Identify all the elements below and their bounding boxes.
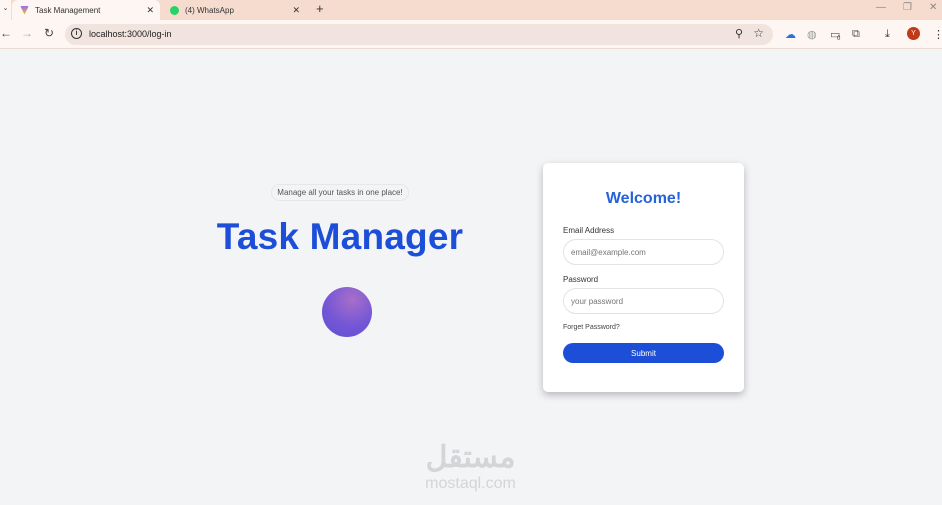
profile-avatar[interactable]: Y xyxy=(907,27,920,40)
tab-whatsapp[interactable]: (4) WhatsApp ✕ xyxy=(166,0,306,20)
tab-label: (4) WhatsApp xyxy=(185,5,234,15)
submit-button[interactable]: Submit xyxy=(563,343,724,363)
close-window-icon[interactable]: ✕ xyxy=(929,2,937,13)
welcome-heading: Welcome! xyxy=(605,190,682,207)
watermark-arabic: مستقل xyxy=(425,441,516,474)
back-icon[interactable]: ← xyxy=(0,26,12,40)
bookmark-star-icon[interactable]: ☆ xyxy=(753,26,764,40)
forward-icon[interactable]: → xyxy=(21,26,33,40)
whatsapp-favicon-icon xyxy=(170,5,179,15)
restore-icon[interactable]: ❐ xyxy=(903,2,912,13)
page-title: Task Manager xyxy=(216,216,464,257)
forgot-password-link[interactable]: Forget Password? xyxy=(563,324,620,331)
minimize-icon[interactable]: — xyxy=(876,2,886,13)
address-bar[interactable]: i localhost:3000/log-in ⚲ ☆ xyxy=(65,24,773,45)
tab-task-management[interactable]: Task Management ✕ xyxy=(12,0,160,20)
reload-icon[interactable]: ↻ xyxy=(44,26,54,40)
close-tab-icon[interactable]: ✕ xyxy=(292,5,300,16)
cast-badge: 0 xyxy=(837,36,841,42)
cloud-extension-icon[interactable]: ☁ xyxy=(785,28,796,41)
new-tab-button[interactable]: + xyxy=(316,1,324,16)
site-info-icon[interactable]: i xyxy=(71,28,82,39)
tab-bar: ⌄ Task Management ✕ (4) WhatsApp ✕ + — ❐… xyxy=(0,0,942,20)
email-label: Email Address xyxy=(563,226,615,235)
close-tab-icon[interactable]: ✕ xyxy=(146,5,154,16)
login-card: Welcome! Email Address Password Forget P… xyxy=(543,163,744,392)
tab-label: Task Management xyxy=(35,5,101,15)
watermark-latin: mostaql.com xyxy=(425,475,516,492)
decorative-sphere xyxy=(322,287,372,337)
tab-search-chevron-icon[interactable]: ⌄ xyxy=(0,0,11,20)
password-input[interactable] xyxy=(563,288,724,314)
tagline-badge: Manage all your tasks in one place! xyxy=(271,184,409,201)
vite-favicon-icon xyxy=(20,5,29,15)
email-input[interactable] xyxy=(563,239,724,265)
globe-icon[interactable]: ◍ xyxy=(807,28,817,41)
password-label: Password xyxy=(563,275,599,284)
zoom-icon[interactable]: ⚲ xyxy=(735,27,743,40)
extensions-icon[interactable]: ⧉ xyxy=(852,28,860,41)
menu-kebab-icon[interactable]: ⋮ xyxy=(933,28,942,41)
url-text[interactable]: localhost:3000/log-in xyxy=(89,29,172,39)
download-icon[interactable]: ⤓ xyxy=(885,28,890,41)
mostaql-watermark: مستقل mostaql.com xyxy=(398,440,543,492)
browser-toolbar: ← → ↻ i localhost:3000/log-in ⚲ ☆ xyxy=(0,20,942,49)
